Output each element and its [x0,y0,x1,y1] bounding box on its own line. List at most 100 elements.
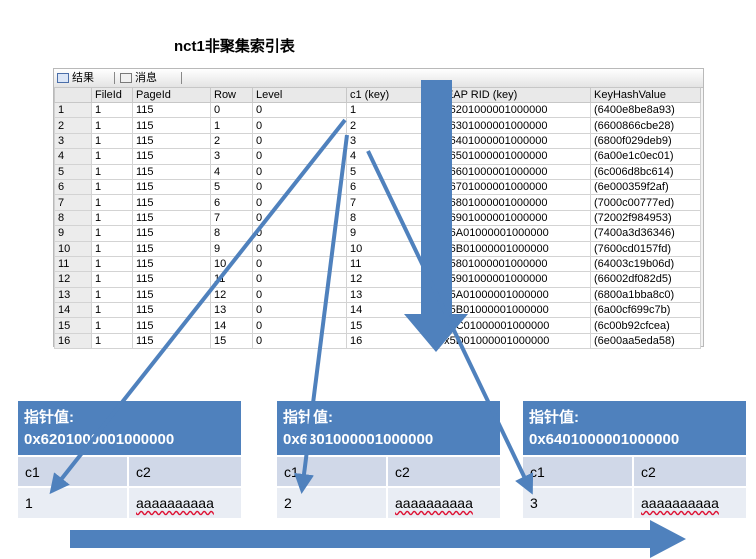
tab-messages[interactable]: 消息 [120,70,157,86]
cell-row[interactable]: 8 [210,225,253,242]
cell-heap-rid[interactable]: 0x6B01000001000000 [434,240,591,257]
cell-level[interactable]: 0 [252,117,347,134]
cell-keyhash[interactable]: (7400a3d36346) [590,225,701,242]
cell-keyhash[interactable]: (6800a1bba8c0) [590,286,701,304]
cell-heap-rid[interactable]: 0x6501000001000000 [434,148,591,165]
cell-row[interactable]: 15 [210,332,253,350]
cell-fileid[interactable]: 1 [91,117,133,134]
cell-c1-key[interactable]: 13 [346,286,435,304]
cell-row-number[interactable]: 5 [54,163,92,180]
cell-c1-key[interactable]: 14 [346,302,435,319]
cell-c1-key[interactable]: 5 [346,163,435,180]
cell-pageid[interactable]: 115 [132,117,211,134]
table-row[interactable]: 5 1 115 4 0 5 0x6601000001000000 (6c006d8bc614) [54,163,701,180]
cell-fileid[interactable]: 1 [91,178,133,196]
cell-fileid[interactable]: 1 [91,194,133,211]
cell-pageid[interactable]: 115 [132,194,211,211]
cell-level[interactable]: 0 [252,271,347,288]
table-row[interactable]: 4 1 115 3 0 4 0x6501000001000000 (6a00e1c0ec01) [54,148,701,165]
cell-heap-rid[interactable]: 0x5D01000001000000 [434,332,591,350]
cell-level[interactable]: 0 [252,178,347,196]
cell-row-number[interactable]: 15 [54,317,92,334]
cell-pageid[interactable]: 115 [132,132,211,150]
cell-keyhash[interactable]: (6c00b92cfcea) [590,317,701,334]
cell-fileid[interactable]: 1 [91,271,133,288]
cell-heap-rid[interactable]: 0x6601000001000000 [434,163,591,180]
cell-row-number[interactable]: 12 [54,271,92,288]
cell-level[interactable]: 0 [252,332,347,350]
cell-heap-rid[interactable]: 0x5B01000001000000 [434,302,591,319]
cell-row-number[interactable]: 16 [54,332,92,350]
cell-row-number[interactable]: 7 [54,194,92,211]
tab-results[interactable]: 结果 [57,70,94,86]
cell-c1-key[interactable]: 8 [346,209,435,227]
cell-pageid[interactable]: 115 [132,286,211,304]
cell-level[interactable]: 0 [252,209,347,227]
cell-row[interactable]: 14 [210,317,253,334]
cell-row-number[interactable]: 8 [54,209,92,227]
cell-row[interactable]: 0 [210,101,253,119]
cell-row[interactable]: 2 [210,132,253,150]
table-row[interactable]: 2 1 115 1 0 2 0x6301000001000000 (6600866cbe28) [54,117,701,134]
table-row[interactable]: 6 1 115 5 0 6 0x6701000001000000 (6e000359f2af) [54,178,701,196]
cell-level[interactable]: 0 [252,255,347,273]
cell-fileid[interactable]: 1 [91,209,133,227]
cell-level[interactable]: 0 [252,132,347,150]
cell-keyhash[interactable]: (6a00e1c0ec01) [590,148,701,165]
cell-heap-rid[interactable]: 0x6401000001000000 [434,132,591,150]
cell-fileid[interactable]: 1 [91,132,133,150]
column-header-keyhash[interactable]: KeyHashValue [590,87,701,103]
column-header-rownum[interactable] [54,87,92,103]
cell-c1-key[interactable]: 9 [346,225,435,242]
cell-c1-key[interactable]: 6 [346,178,435,196]
cell-level[interactable]: 0 [252,225,347,242]
cell-row[interactable]: 11 [210,271,253,288]
cell-c1-key[interactable]: 3 [346,132,435,150]
cell-level[interactable]: 0 [252,163,347,180]
cell-heap-rid[interactable]: 0x5901000001000000 [434,271,591,288]
cell-row-number[interactable]: 4 [54,148,92,165]
cell-fileid[interactable]: 1 [91,286,133,304]
cell-fileid[interactable]: 1 [91,317,133,334]
cell-row[interactable]: 6 [210,194,253,211]
table-row[interactable]: 14 1 115 13 0 14 0x5B01000001000000 (6a00cf699c… [54,302,701,319]
cell-pageid[interactable]: 115 [132,101,211,119]
table-row[interactable]: 16 1 115 15 0 16 0x5D01000001000000 (6e00aa5eda… [54,332,701,350]
cell-row[interactable]: 5 [210,178,253,196]
cell-heap-rid[interactable]: 0x6201000001000000 [434,101,591,119]
cell-keyhash[interactable]: (6a00cf699c7b) [590,302,701,319]
cell-row[interactable]: 9 [210,240,253,257]
cell-heap-rid[interactable]: 0x5A01000001000000 [434,286,591,304]
cell-c1-key[interactable]: 7 [346,194,435,211]
column-header-fileid[interactable]: FileId [91,87,133,103]
table-row[interactable]: 3 1 115 2 0 3 0x6401000001000000 (6800f029deb9) [54,132,701,150]
cell-row-number[interactable]: 11 [54,255,92,273]
cell-keyhash[interactable]: (6400e8be8a93) [590,101,701,119]
cell-pageid[interactable]: 115 [132,302,211,319]
cell-fileid[interactable]: 1 [91,163,133,180]
cell-fileid[interactable]: 1 [91,332,133,350]
cell-row[interactable]: 10 [210,255,253,273]
cell-row-number[interactable]: 13 [54,286,92,304]
cell-heap-rid[interactable]: 0x6801000001000000 [434,194,591,211]
cell-row[interactable]: 4 [210,163,253,180]
cell-level[interactable]: 0 [252,101,347,119]
cell-row-number[interactable]: 10 [54,240,92,257]
table-row[interactable]: 13 1 115 12 0 13 0x5A01000001000000 (6800a1bba8… [54,286,701,304]
cell-fileid[interactable]: 1 [91,255,133,273]
cell-pageid[interactable]: 115 [132,271,211,288]
cell-pageid[interactable]: 115 [132,317,211,334]
cell-heap-rid[interactable]: 0x6A01000001000000 [434,225,591,242]
cell-c1-key[interactable]: 16 [346,332,435,350]
cell-row[interactable]: 7 [210,209,253,227]
cell-level[interactable]: 0 [252,194,347,211]
cell-fileid[interactable]: 1 [91,240,133,257]
cell-row-number[interactable]: 2 [54,117,92,134]
cell-keyhash[interactable]: (6800f029deb9) [590,132,701,150]
cell-row-number[interactable]: 6 [54,178,92,196]
cell-c1-key[interactable]: 12 [346,271,435,288]
cell-keyhash[interactable]: (7000c00777ed) [590,194,701,211]
cell-heap-rid[interactable]: 0x6901000001000000 [434,209,591,227]
cell-pageid[interactable]: 115 [132,163,211,180]
cell-heap-rid[interactable]: 0x6301000001000000 [434,117,591,134]
